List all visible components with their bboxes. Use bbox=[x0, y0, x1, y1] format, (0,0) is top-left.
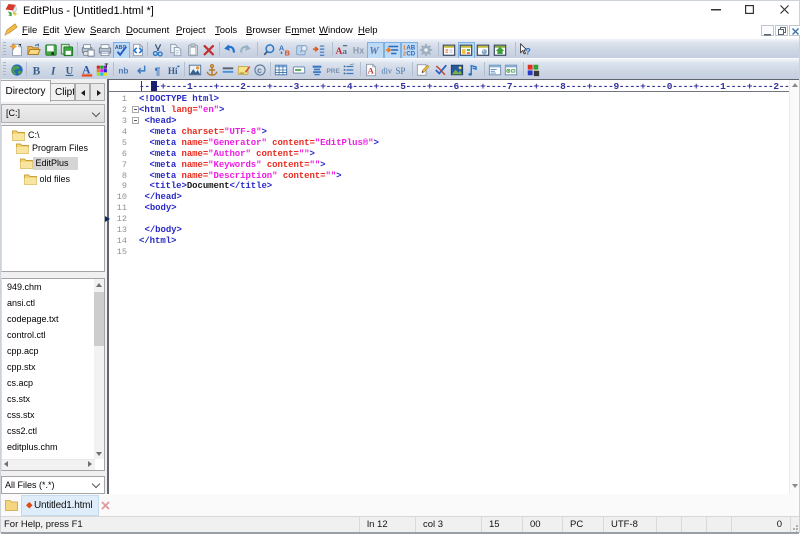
svg-text:PRE: PRE bbox=[326, 68, 340, 75]
svg-text:B: B bbox=[285, 49, 291, 57]
svg-text:B: B bbox=[33, 65, 41, 77]
svg-text:A: A bbox=[335, 46, 342, 57]
svg-text:Hi: Hi bbox=[168, 66, 178, 76]
svg-text:U: U bbox=[66, 66, 74, 77]
svg-text:Hx: Hx bbox=[353, 46, 364, 56]
svg-text:W: W bbox=[369, 46, 379, 57]
svg-text:SP: SP bbox=[395, 66, 405, 76]
svg-text:CD: CD bbox=[406, 51, 415, 57]
svg-text:A: A bbox=[368, 66, 375, 76]
svg-text:¶: ¶ bbox=[155, 65, 161, 77]
svg-text:I: I bbox=[50, 65, 56, 77]
svg-text:c: c bbox=[257, 65, 262, 75]
svg-text:a: a bbox=[342, 46, 347, 56]
svg-text:nb: nb bbox=[118, 66, 128, 76]
svg-text:div: div bbox=[381, 67, 392, 76]
svg-text:?: ? bbox=[525, 46, 531, 57]
